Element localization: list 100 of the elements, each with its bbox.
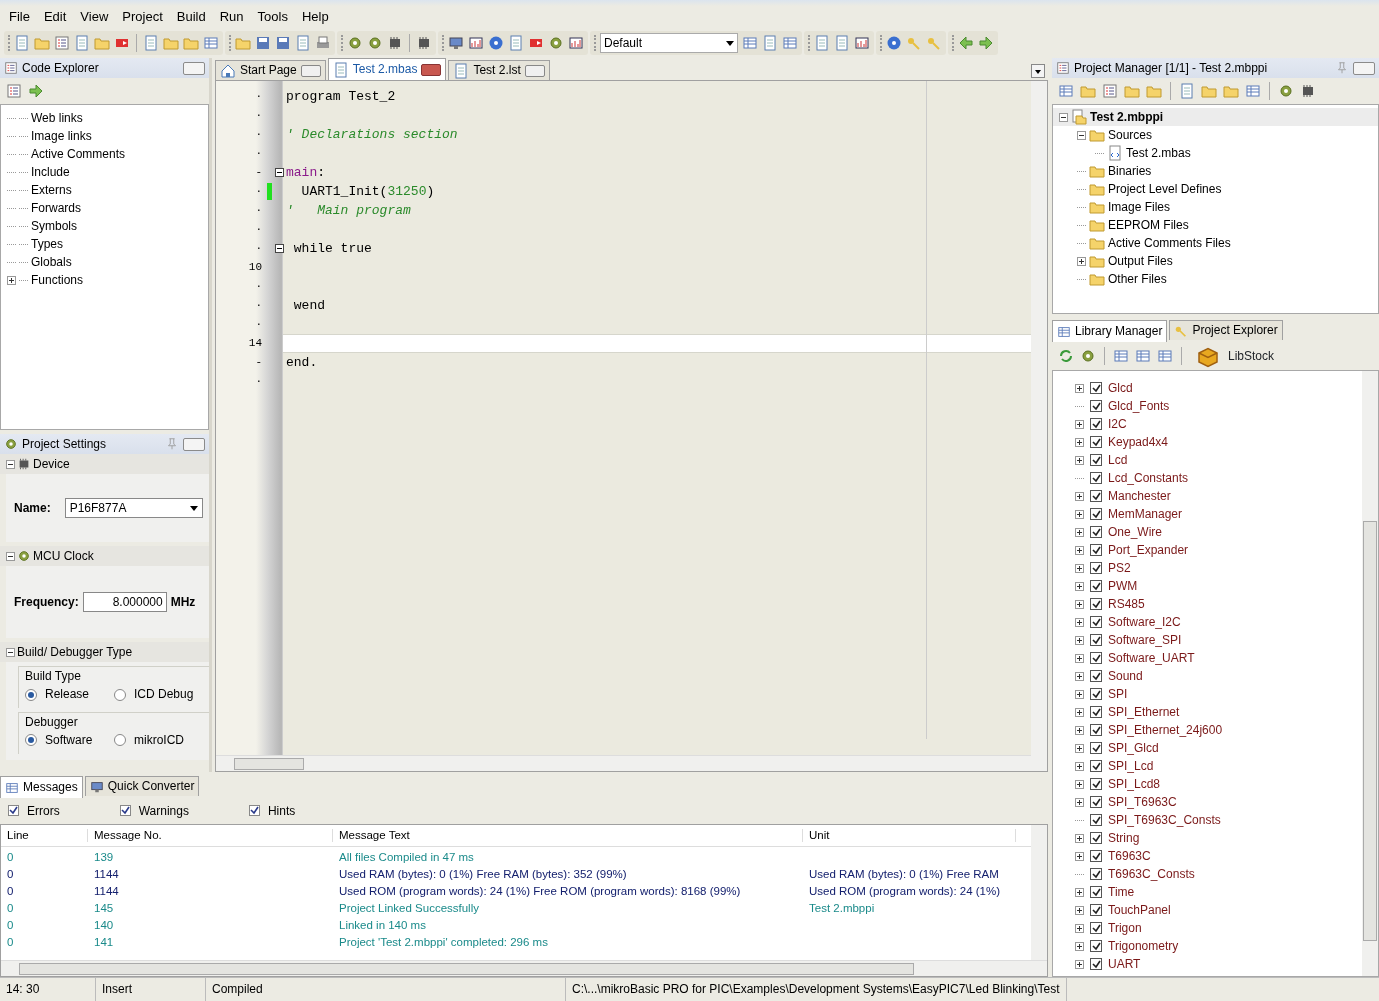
expand-toggle[interactable] xyxy=(7,275,16,285)
chart-icon[interactable] xyxy=(854,35,870,51)
chart-icon[interactable] xyxy=(468,35,484,51)
expand-toggle[interactable] xyxy=(1075,923,1084,933)
chart-icon[interactable] xyxy=(568,35,584,51)
library-checkbox[interactable] xyxy=(1090,958,1102,970)
menu-item[interactable]: Project xyxy=(115,9,170,25)
refresh-icon[interactable] xyxy=(1058,348,1074,364)
save-icon[interactable] xyxy=(255,35,271,51)
expand-toggle[interactable] xyxy=(1075,383,1084,393)
device-dropdown[interactable]: P16F877A xyxy=(64,498,203,518)
tree-item[interactable]: Image links xyxy=(31,128,92,144)
tree-item[interactable]: Binaries xyxy=(1108,163,1152,179)
scrollbar[interactable] xyxy=(216,755,1031,771)
tab-menu-icon[interactable] xyxy=(1031,64,1045,78)
library-name[interactable]: Glcd_Fonts xyxy=(1108,398,1170,414)
expand-toggle[interactable] xyxy=(1075,617,1084,627)
tree-item[interactable]: Types xyxy=(31,236,63,252)
library-checkbox[interactable] xyxy=(1090,544,1102,556)
library-name[interactable]: T6963C_Consts xyxy=(1108,866,1195,882)
menu-item[interactable]: Build xyxy=(169,9,213,25)
expand-toggle[interactable] xyxy=(1075,491,1084,501)
library-checkbox[interactable] xyxy=(1090,886,1102,898)
table-icon[interactable] xyxy=(782,35,798,51)
library-checkbox[interactable] xyxy=(1090,490,1102,502)
monitor-icon[interactable] xyxy=(448,35,464,51)
library-checkbox[interactable] xyxy=(1090,904,1102,916)
expand-toggle[interactable] xyxy=(1075,887,1084,897)
tree-item[interactable]: Sources xyxy=(1108,127,1153,143)
library-checkbox[interactable] xyxy=(1090,400,1102,412)
radio-option[interactable]: ICD Debug xyxy=(114,687,203,702)
library-checkbox[interactable] xyxy=(1090,382,1102,394)
table-icon[interactable] xyxy=(1135,348,1151,364)
library-name[interactable]: MemManager xyxy=(1108,506,1183,522)
tree-item[interactable]: Include xyxy=(31,164,70,180)
tree-item[interactable]: Project Level Defines xyxy=(1108,181,1222,197)
library-name[interactable]: One_Wire xyxy=(1108,524,1163,540)
gear-icon[interactable] xyxy=(1080,348,1096,364)
expand-toggle[interactable] xyxy=(1075,419,1084,429)
tree-item[interactable]: Test 2.mbas xyxy=(1126,145,1191,161)
menu-item[interactable]: File xyxy=(2,9,37,25)
table-icon[interactable] xyxy=(742,35,758,51)
library-name[interactable]: TouchPanel xyxy=(1108,902,1171,918)
expand-toggle[interactable] xyxy=(1075,599,1084,609)
chip-icon[interactable] xyxy=(1300,83,1316,99)
editor-tab[interactable]: Test 2.mbas xyxy=(327,58,447,80)
tree-item[interactable]: Externs xyxy=(31,182,72,198)
libstock-button[interactable]: LibStock xyxy=(1190,344,1281,368)
library-checkbox[interactable] xyxy=(1090,922,1102,934)
checkbox[interactable] xyxy=(8,805,19,817)
expand-toggle[interactable] xyxy=(1075,725,1084,735)
expand-toggle[interactable] xyxy=(1075,959,1084,969)
library-name[interactable]: SPI xyxy=(1108,686,1128,702)
table-icon[interactable] xyxy=(1245,83,1261,99)
menu-item[interactable]: Run xyxy=(212,9,251,25)
tree-item[interactable]: Forwards xyxy=(31,200,81,216)
library-checkbox[interactable] xyxy=(1090,526,1102,538)
library-checkbox[interactable] xyxy=(1090,616,1102,628)
gear-icon[interactable] xyxy=(1278,83,1294,99)
expand-toggle[interactable] xyxy=(1075,797,1084,807)
scrollbar-thumb[interactable] xyxy=(1363,521,1377,941)
column-header[interactable]: Message Text xyxy=(333,828,803,843)
table-icon[interactable] xyxy=(203,35,219,51)
tree-item[interactable]: Image Files xyxy=(1108,199,1171,215)
tree-item[interactable]: Web links xyxy=(31,110,83,126)
tree-item[interactable]: Active Comments Files xyxy=(1108,235,1231,251)
table-icon[interactable] xyxy=(1058,83,1074,99)
gear-icon[interactable] xyxy=(548,35,564,51)
collapse-toggle[interactable] xyxy=(6,551,15,561)
menu-item[interactable]: Help xyxy=(294,9,336,25)
library-name[interactable]: UART xyxy=(1108,956,1141,972)
forward-arrow-icon[interactable] xyxy=(978,35,994,51)
expand-toggle[interactable] xyxy=(1075,707,1084,717)
scheme-dropdown[interactable]: Default xyxy=(600,33,738,53)
library-checkbox[interactable] xyxy=(1090,706,1102,718)
menu-item[interactable]: Edit xyxy=(36,9,74,25)
collapse-toggle[interactable] xyxy=(6,459,15,469)
library-name[interactable]: Time xyxy=(1108,884,1135,900)
library-name[interactable]: Trigonometry xyxy=(1108,938,1179,954)
library-name[interactable]: SPI_Lcd xyxy=(1108,758,1154,774)
tree-item[interactable]: Active Comments xyxy=(31,146,126,162)
library-name[interactable]: Software_UART xyxy=(1108,650,1195,666)
expand-toggle[interactable] xyxy=(1075,779,1084,789)
library-name[interactable]: PWM xyxy=(1108,578,1138,594)
table-icon[interactable] xyxy=(1113,348,1129,364)
gear-icon[interactable] xyxy=(367,35,383,51)
menu-item[interactable]: View xyxy=(73,9,116,25)
filter-label[interactable]: Errors xyxy=(27,803,60,819)
expand-toggle[interactable] xyxy=(1075,509,1084,519)
panel-tab[interactable]: Project Explorer xyxy=(1169,320,1283,340)
library-name[interactable]: Software_SPI xyxy=(1108,632,1182,648)
library-name[interactable]: SPI_Ethernet xyxy=(1108,704,1180,720)
editor-tab[interactable]: Test 2.lst xyxy=(448,60,550,80)
library-name[interactable]: PS2 xyxy=(1108,560,1131,576)
library-name[interactable]: String xyxy=(1108,830,1140,846)
library-checkbox[interactable] xyxy=(1090,670,1102,682)
forward-arrow-icon[interactable] xyxy=(28,83,44,99)
library-name[interactable]: SPI_Ethernet_24j600 xyxy=(1108,722,1223,738)
library-checkbox[interactable] xyxy=(1090,418,1102,430)
library-checkbox[interactable] xyxy=(1090,472,1102,484)
